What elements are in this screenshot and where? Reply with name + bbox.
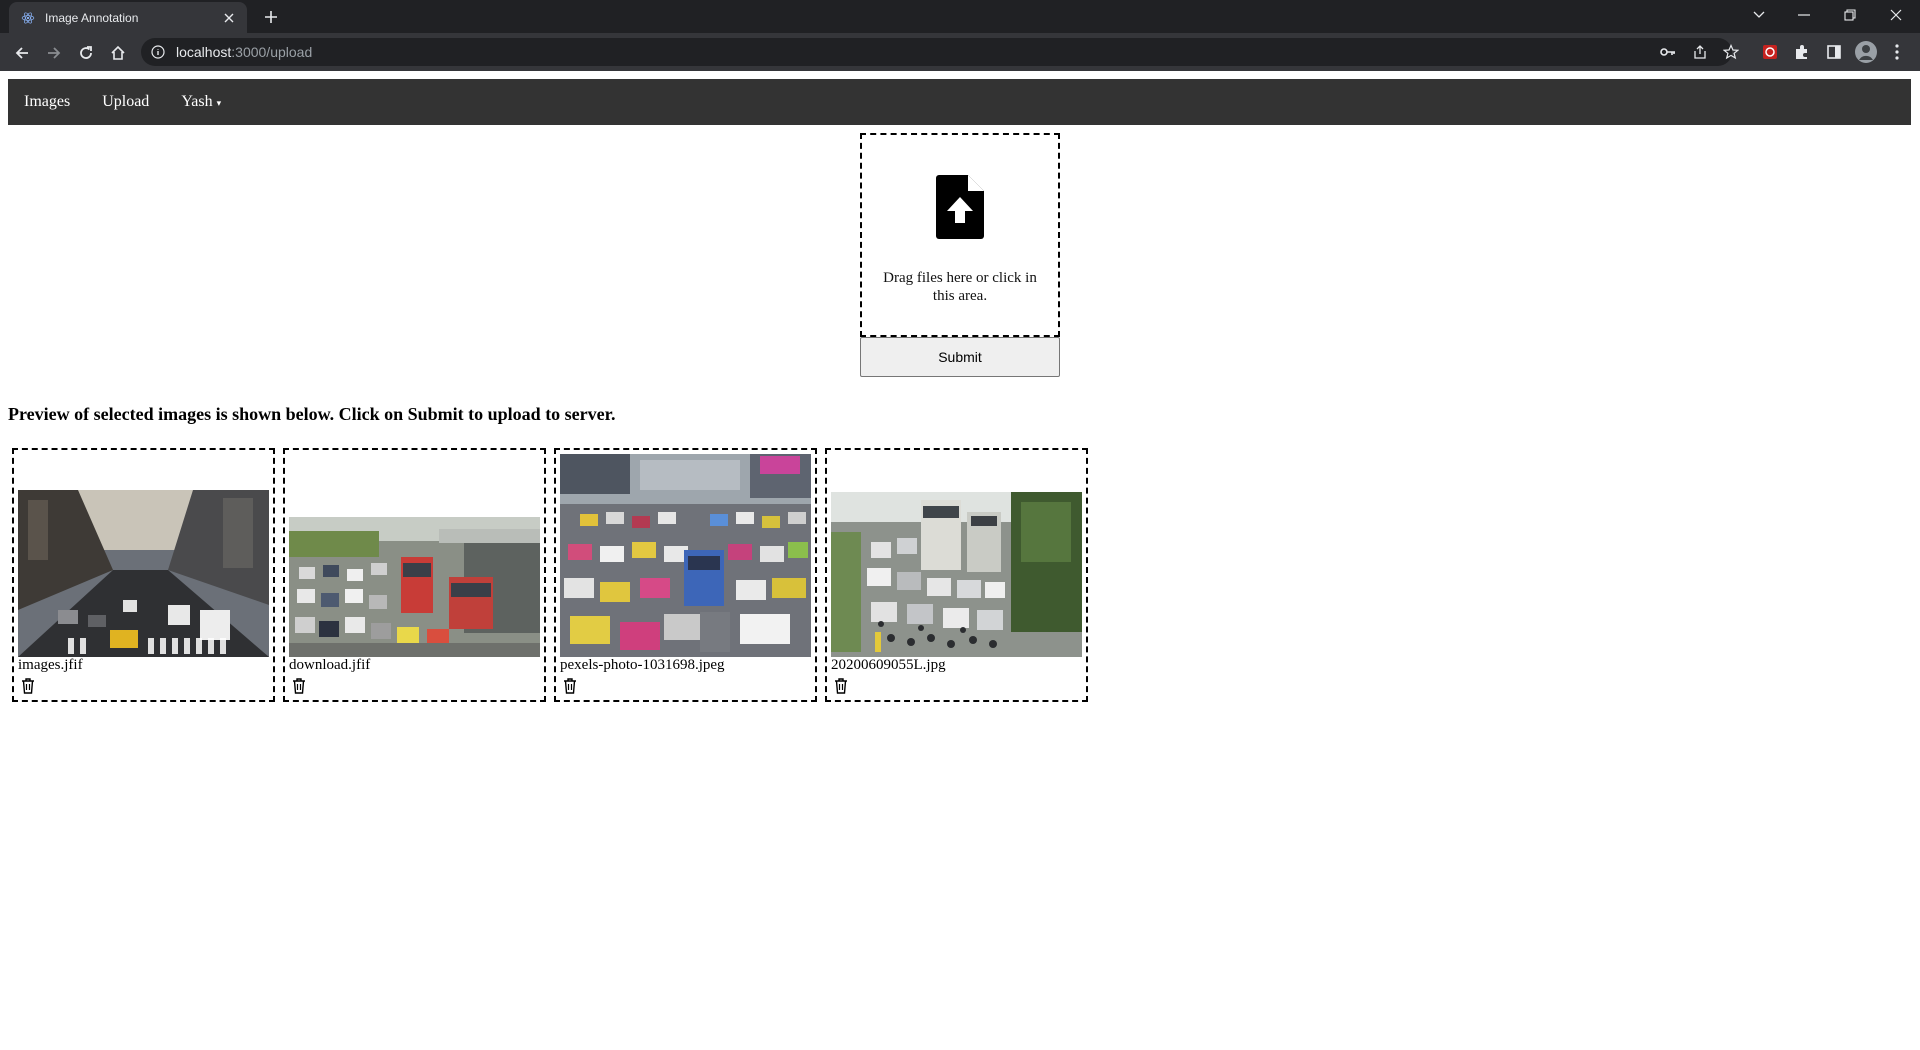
user-name: Yash xyxy=(181,93,213,110)
preview-image-container xyxy=(560,454,811,657)
address-bar[interactable]: localhost:3000/upload xyxy=(141,38,1739,66)
file-upload-icon xyxy=(936,175,984,239)
nav-upload[interactable]: Upload xyxy=(86,93,165,111)
new-tab-button[interactable] xyxy=(260,6,282,28)
preview-file-name: pexels-photo-1031698.jpeg xyxy=(560,657,725,673)
side-panel-icon[interactable] xyxy=(1823,41,1845,63)
nav-user-menu[interactable]: Yash ▾ xyxy=(165,93,237,111)
trash-icon[interactable] xyxy=(833,677,849,695)
dropzone-instructions: Drag files here or click in this area. xyxy=(883,270,1037,304)
preview-image xyxy=(831,492,1082,657)
preview-image xyxy=(560,454,811,657)
close-icon[interactable] xyxy=(219,8,239,28)
trash-icon[interactable] xyxy=(562,677,578,695)
back-icon[interactable] xyxy=(10,41,34,65)
preview-card: pexels-photo-1031698.jpeg xyxy=(554,448,817,702)
preview-image xyxy=(18,490,269,657)
preview-heading: Preview of selected images is shown belo… xyxy=(8,404,616,424)
browser-toolbar: localhost:3000/upload xyxy=(0,33,1920,71)
preview-card: download.jfif xyxy=(283,448,546,702)
preview-image-container xyxy=(289,454,540,657)
url-host: localhost xyxy=(176,44,232,60)
react-icon xyxy=(21,11,35,24)
chevron-down-icon: ▾ xyxy=(216,97,222,108)
preview-file-name: images.jfif xyxy=(18,657,83,673)
info-icon[interactable] xyxy=(150,44,166,60)
preview-file-name: download.jfif xyxy=(289,657,371,673)
forward-icon[interactable] xyxy=(42,41,66,65)
tab-title: Image Annotation xyxy=(45,10,139,25)
nav-images[interactable]: Images xyxy=(8,93,86,111)
minimize-icon[interactable] xyxy=(1791,4,1817,26)
trash-icon[interactable] xyxy=(291,677,307,695)
preview-image-container xyxy=(18,454,269,657)
url-text: localhost:3000/upload xyxy=(176,44,312,60)
key-icon[interactable] xyxy=(1658,42,1678,62)
home-icon[interactable] xyxy=(106,41,130,65)
extension-icon[interactable] xyxy=(1759,41,1781,63)
preview-image-container xyxy=(831,454,1082,657)
preview-image xyxy=(289,517,540,657)
tab-search-icon[interactable] xyxy=(1746,4,1772,26)
share-icon[interactable] xyxy=(1690,42,1710,62)
close-window-icon[interactable] xyxy=(1883,4,1909,26)
submit-button[interactable]: Submit xyxy=(860,337,1060,377)
restore-icon[interactable] xyxy=(1837,4,1863,26)
preview-file-name: 20200609055L.jpg xyxy=(831,657,946,673)
bookmark-star-icon[interactable] xyxy=(1721,42,1741,62)
profile-avatar-icon[interactable] xyxy=(1855,41,1877,63)
reload-icon[interactable] xyxy=(74,41,98,65)
app-navbar: Images Upload Yash ▾ xyxy=(8,79,1911,125)
trash-icon[interactable] xyxy=(20,677,36,695)
puzzle-icon[interactable] xyxy=(1791,41,1813,63)
url-path: :3000/upload xyxy=(231,44,313,60)
browser-tabstrip: Image Annotation xyxy=(0,0,1920,33)
menu-dots-icon[interactable] xyxy=(1886,41,1908,63)
file-dropzone[interactable]: Drag files here or click in this area. xyxy=(860,133,1060,337)
preview-card: 20200609055L.jpg xyxy=(825,448,1088,702)
preview-card: images.jfif xyxy=(12,448,275,702)
browser-tab[interactable]: Image Annotation xyxy=(9,2,247,33)
